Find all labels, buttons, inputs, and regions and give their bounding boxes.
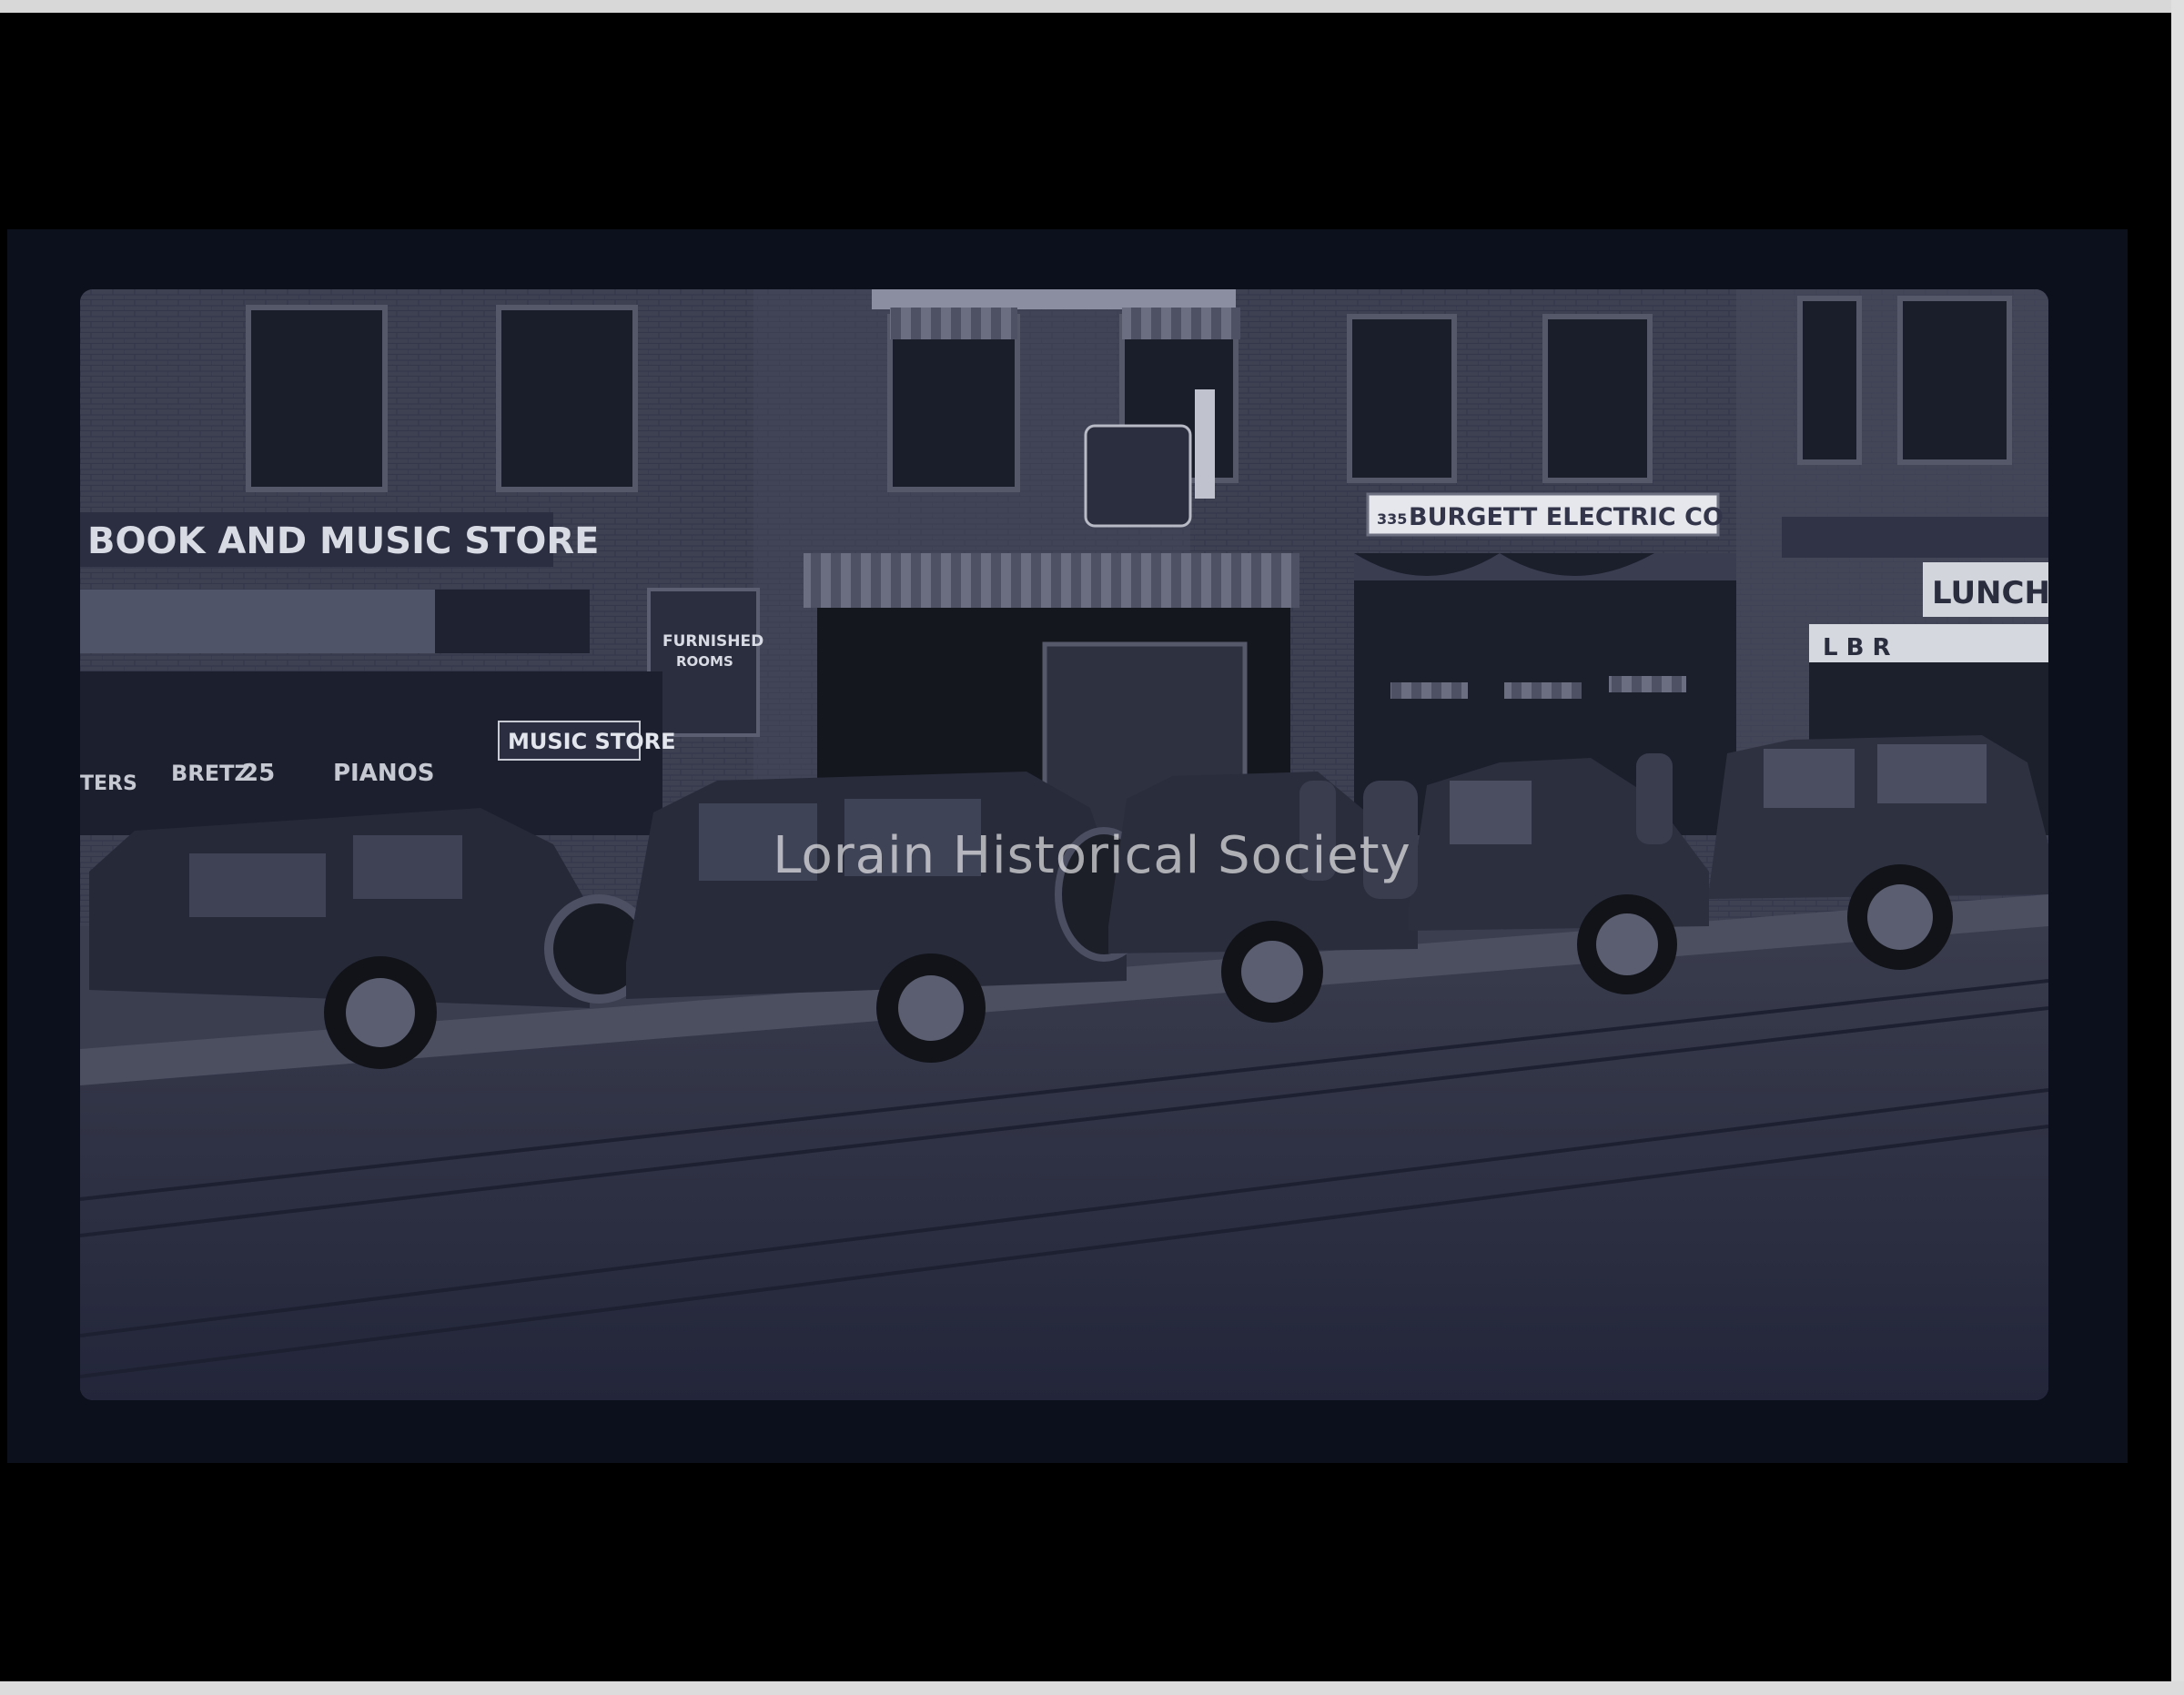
pianos-sign: PIANOS bbox=[333, 760, 434, 787]
lbr-sign: L B R bbox=[1823, 634, 1891, 661]
bretz-sign: BRETZ bbox=[171, 761, 250, 786]
book-music-store-sign: BOOK AND MUSIC STORE bbox=[87, 520, 599, 562]
sign-number-25: 25 bbox=[242, 760, 275, 787]
scan-edge-top bbox=[0, 0, 2184, 13]
music-store-sign: MUSIC STORE bbox=[508, 729, 676, 754]
furnished-sign-line2: ROOMS bbox=[676, 653, 733, 670]
furnished-sign-line1: FURNISHED bbox=[662, 632, 763, 651]
striped-awning bbox=[804, 553, 1299, 608]
burgett-electric-sign: BURGETT ELECTRIC CO bbox=[1409, 503, 1724, 531]
scan-edge-bottom bbox=[0, 1681, 2184, 1695]
burgett-number: 335 bbox=[1377, 510, 1407, 528]
lunch-sign: LUNCH B bbox=[1932, 575, 2048, 611]
watermark: Lorain Historical Society bbox=[773, 826, 1411, 885]
ters-sign: TERS bbox=[80, 772, 137, 795]
